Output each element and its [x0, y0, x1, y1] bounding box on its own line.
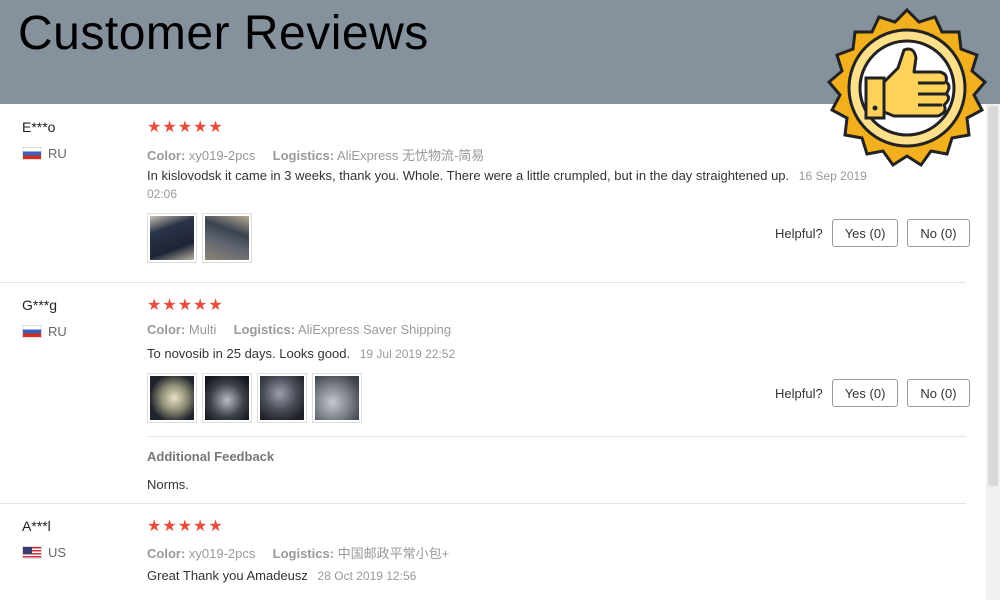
helpful-yes-button[interactable]: Yes (0): [831, 219, 899, 247]
reviewer-name: E***o: [22, 119, 56, 135]
russia-flag-icon: [22, 147, 42, 160]
color-value: xy019-2pcs: [188, 148, 256, 163]
review-photo[interactable]: [147, 213, 197, 263]
color-label: Color:: [147, 322, 186, 337]
star-rating: ★ ★ ★ ★ ★: [147, 120, 223, 136]
review-text: To novosib in 25 days. Looks good. 19 Ju…: [147, 345, 867, 363]
review-body: Great Thank you Amadeusz: [147, 568, 308, 583]
review-divider: [0, 503, 966, 504]
helpful-no-button[interactable]: No (0): [907, 379, 970, 407]
logistics-label: Logistics:: [272, 148, 335, 163]
page-title: Customer Reviews: [18, 7, 429, 60]
star-icon: ★: [162, 297, 177, 314]
helpful-label: Helpful?: [775, 385, 823, 401]
russia-flag-icon: [22, 325, 42, 338]
star-rating: ★ ★ ★ ★ ★: [147, 298, 223, 314]
star-icon: ★: [177, 119, 193, 136]
logistics-value: 中国邮政平常小包+: [337, 546, 450, 561]
review-meta: Color: Multi Logistics: AliExpress Saver…: [147, 322, 451, 337]
helpful-no-button[interactable]: No (0): [907, 219, 970, 247]
additional-divider: [147, 436, 966, 437]
helpful-yes-button[interactable]: Yes (0): [831, 379, 899, 407]
star-icon: ★: [147, 119, 162, 136]
star-icon: ★: [177, 518, 193, 535]
additional-feedback-title: Additional Feedback: [147, 449, 275, 464]
reviewer-name: A***l: [22, 518, 51, 534]
usa-flag-icon: [22, 546, 42, 559]
star-icon: ★: [208, 518, 223, 535]
country-code: US: [48, 545, 67, 560]
star-icon: ★: [193, 518, 208, 535]
thumbs-up-badge-icon: [826, 8, 988, 168]
country-code: RU: [48, 324, 67, 339]
reviewer-country: US: [22, 545, 66, 560]
review-photo[interactable]: [312, 373, 362, 423]
logistics-label: Logistics:: [272, 546, 335, 561]
review-divider: [0, 282, 966, 283]
review-date: 28 Oct 2019 12:56: [317, 569, 417, 583]
color-value: Multi: [188, 322, 217, 337]
review-date: 19 Jul 2019 22:52: [359, 347, 456, 361]
star-icon: ★: [193, 119, 208, 136]
reviewer-country: RU: [22, 324, 67, 339]
logistics-value: AliExpress 无忧物流-简易: [336, 148, 485, 163]
color-label: Color:: [147, 546, 186, 561]
reviewer-name: G***g: [22, 297, 58, 313]
star-icon: ★: [147, 297, 162, 314]
review-photos: [147, 213, 252, 263]
country-code: RU: [48, 146, 67, 161]
scrollbar[interactable]: [986, 104, 1000, 600]
color-label: Color:: [147, 148, 186, 163]
review-text: Great Thank you Amadeusz 28 Oct 2019 12:…: [147, 567, 867, 585]
star-icon: ★: [193, 297, 208, 314]
helpful-controls: Helpful? Yes (0) No (0): [775, 219, 970, 247]
review-text: In kislovodsk it came in 3 weeks, thank …: [147, 167, 867, 203]
review-meta: Color: xy019-2pcs Logistics: 中国邮政平常小包+: [147, 543, 449, 562]
review-photo[interactable]: [257, 373, 307, 423]
review-meta: Color: xy019-2pcs Logistics: AliExpress …: [147, 145, 484, 164]
star-icon: ★: [208, 119, 223, 136]
review-photo[interactable]: [147, 373, 197, 423]
star-icon: ★: [162, 518, 177, 535]
color-value: xy019-2pcs: [188, 546, 256, 561]
scrollbar-thumb[interactable]: [988, 106, 998, 486]
review-photos: [147, 373, 362, 423]
additional-feedback-text: Norms.: [147, 477, 189, 492]
helpful-controls: Helpful? Yes (0) No (0): [775, 379, 970, 407]
logistics-label: Logistics:: [233, 322, 296, 337]
star-icon: ★: [147, 518, 162, 535]
review-body: To novosib in 25 days. Looks good.: [147, 346, 351, 361]
review-body: In kislovodsk it came in 3 weeks, thank …: [147, 168, 790, 183]
star-rating: ★ ★ ★ ★ ★: [147, 519, 223, 535]
logistics-value: AliExpress Saver Shipping: [297, 322, 452, 337]
star-icon: ★: [177, 297, 193, 314]
helpful-label: Helpful?: [775, 225, 823, 241]
reviewer-country: RU: [22, 146, 67, 161]
star-icon: ★: [162, 119, 177, 136]
review-photo[interactable]: [202, 373, 252, 423]
review-photo[interactable]: [202, 213, 252, 263]
star-icon: ★: [208, 297, 223, 314]
